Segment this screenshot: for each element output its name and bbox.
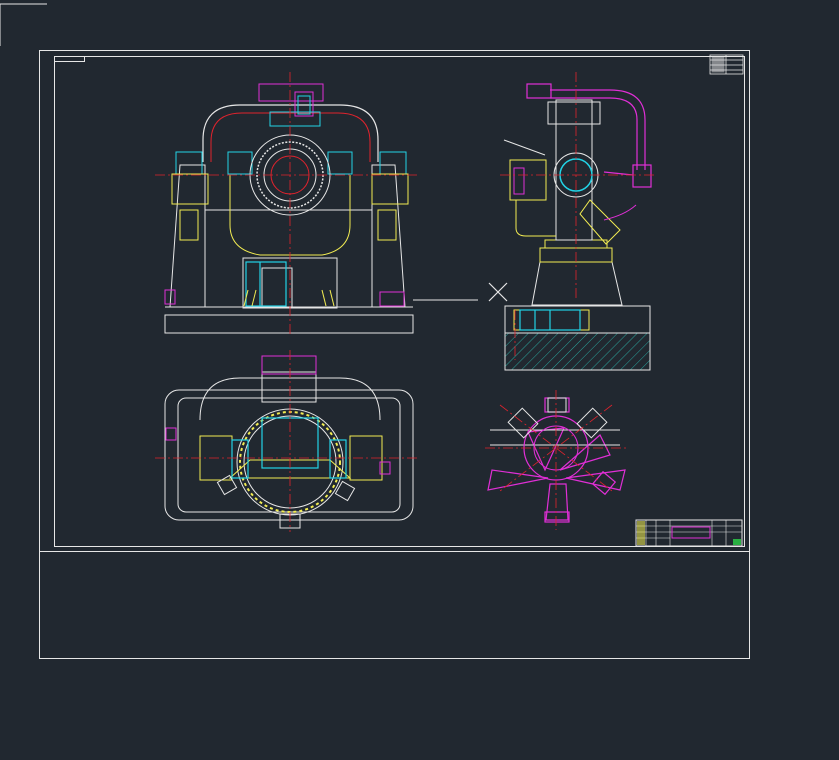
title-block [635, 519, 743, 547]
section-view[interactable] [485, 390, 628, 530]
top-view[interactable] [155, 350, 420, 532]
revision-block [709, 54, 744, 75]
front-view[interactable] [155, 72, 508, 336]
cad-canvas[interactable] [0, 0, 839, 760]
side-view[interactable] [500, 72, 655, 371]
model-tab[interactable] [0, 3, 47, 46]
